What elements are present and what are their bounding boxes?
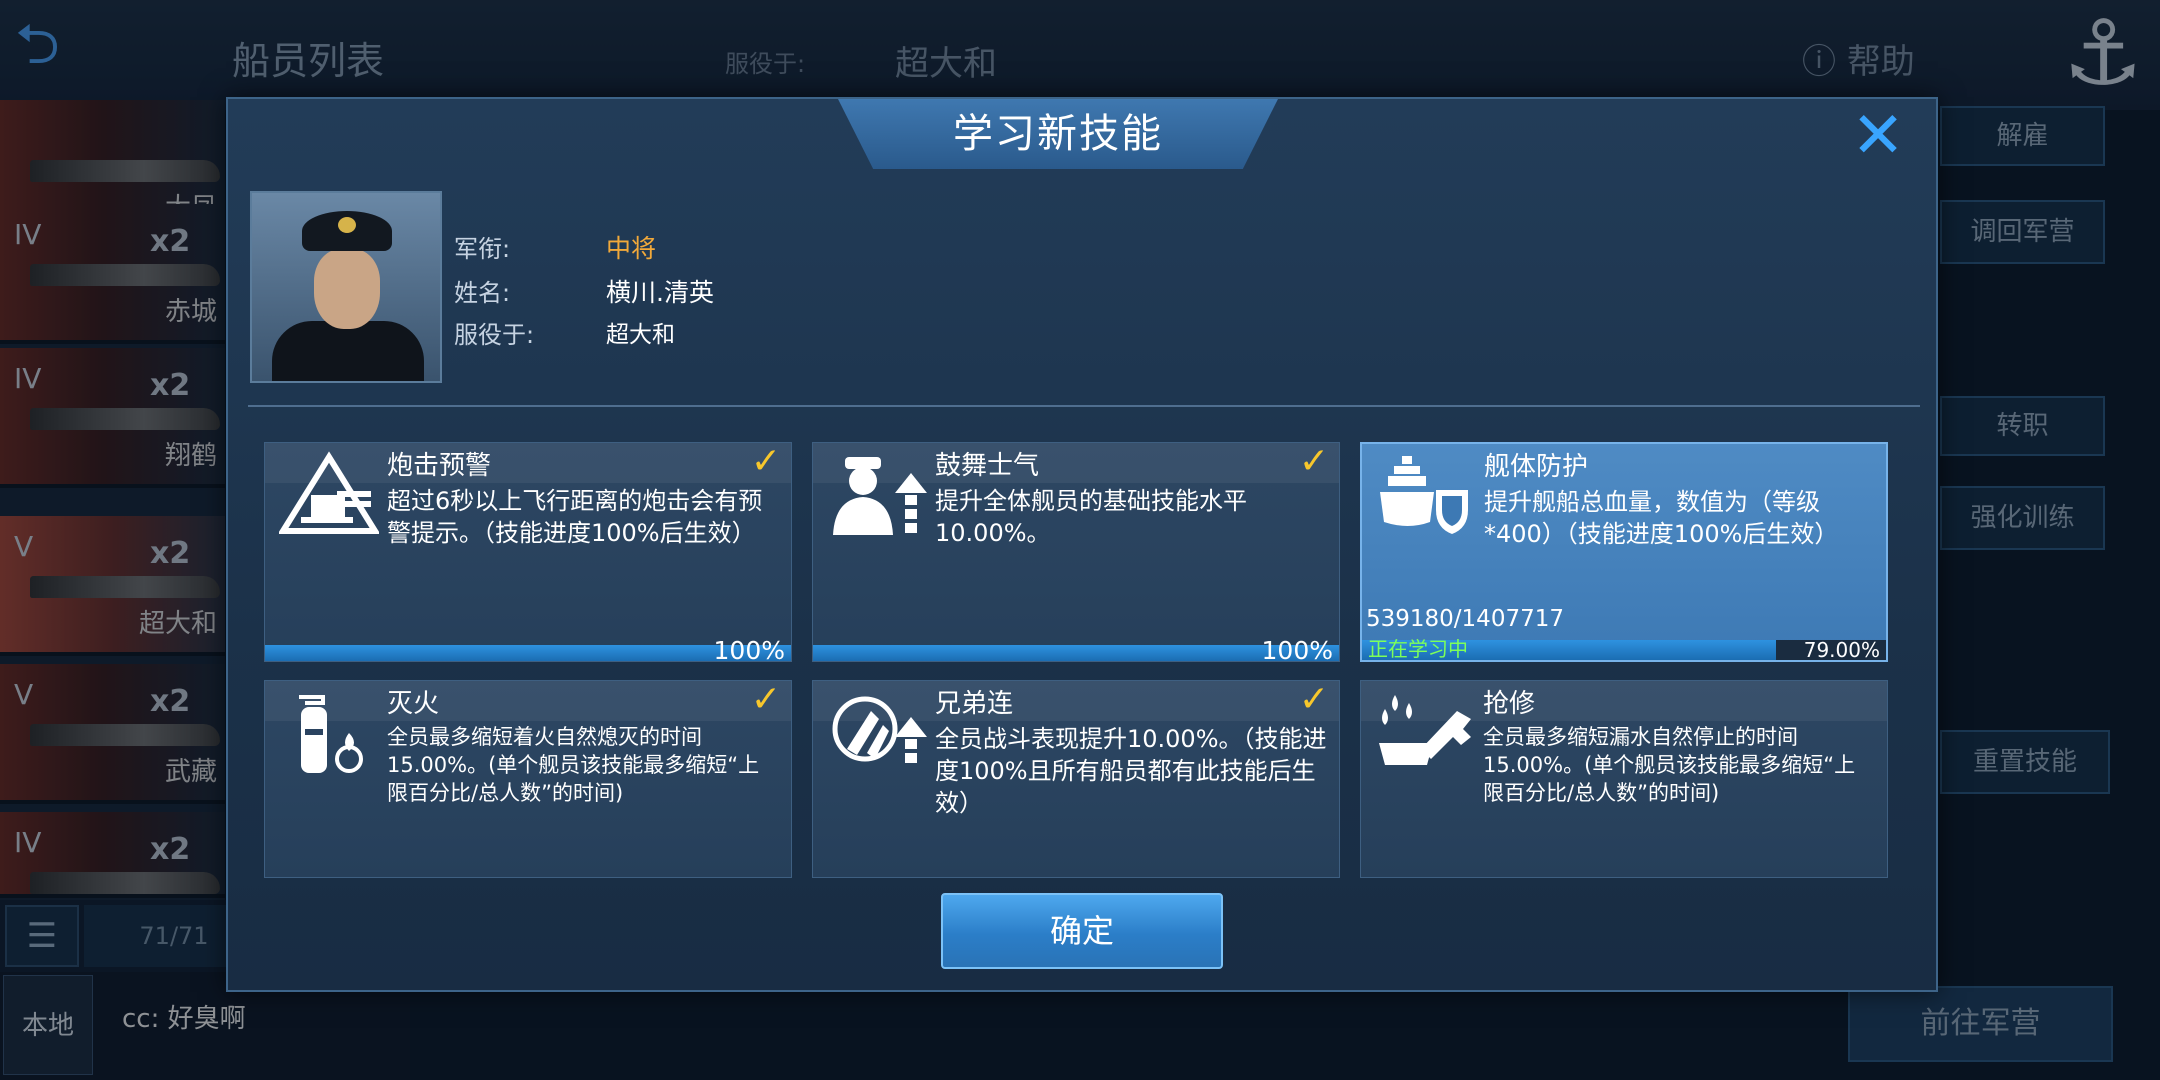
rank-label: 军衔: — [454, 235, 511, 263]
divider — [248, 405, 1920, 407]
skill-description: 提升舰船总血量，数值为（等级*400）（技能进度100%后生效） — [1484, 488, 1839, 548]
skill-description: 全员战斗表现提升10.00%。（技能进度100%且所有船员都有此技能后生效） — [935, 725, 1327, 817]
skill-card-morale-boost[interactable]: 鼓舞士气 ✓ 提升全体舰员的基础技能水平10.00%。 100% — [812, 441, 1340, 665]
skill-name: 兄弟连 — [935, 689, 1014, 719]
serve-label: 服役于: — [454, 321, 535, 349]
skill-card-artillery-warning[interactable]: 炮击预警 ✓ 超过6秒以上飞行距离的炮击会有预警提示。（技能进度100%后生效）… — [264, 441, 792, 665]
confirm-button[interactable]: 确定 — [941, 893, 1223, 969]
check-icon: ✓ — [1298, 679, 1329, 720]
skill-name: 灭火 — [387, 689, 440, 719]
portrait-uniform — [272, 321, 424, 381]
skill-progress-count: 539180/1407717 — [1366, 606, 1564, 632]
name-value: 横川.清英 — [606, 278, 714, 307]
skill-progress-fill — [265, 645, 791, 661]
skill-progress-bar — [265, 645, 791, 661]
skill-card-hull-protection[interactable]: 舰体防护 提升舰船总血量，数值为（等级*400）（技能进度100%后生效） 53… — [1360, 442, 1888, 662]
skill-description: 超过6秒以上飞行距离的炮击会有预警提示。（技能进度100%后生效） — [387, 487, 763, 547]
cap-badge-icon — [338, 217, 356, 233]
learn-skill-dialog: 学习新技能 ✕ 军衔: 中将 姓名: 横川.清英 服役于: 超大和 炮击预警 ✓… — [226, 97, 1938, 992]
rank-value: 中将 — [606, 234, 657, 263]
check-icon: ✓ — [750, 679, 781, 720]
skill-card-fire-extinguish[interactable]: 灭火 ✓ 全员最多缩短着火自然熄灭的时间15.00%。(单个舰员该技能最多缩短“… — [264, 679, 792, 878]
check-icon: ✓ — [750, 441, 781, 482]
skill-progress-text: 100% — [1261, 636, 1333, 665]
fire-extinguisher-icon — [299, 695, 363, 773]
skill-description: 提升全体舰员的基础技能水平10.00%。 — [935, 487, 1247, 547]
portrait-face — [314, 249, 380, 329]
skill-name: 抢修 — [1483, 689, 1536, 719]
artillery-warning-icon — [279, 451, 379, 534]
dialog-title: 学习新技能 — [953, 111, 1163, 157]
skill-progress-text: 79.00% — [1803, 638, 1880, 662]
skill-card-repair[interactable]: 抢修 全员最多缩短漏水自然停止的时间15.00%。(单个舰员该技能最多缩短“上限… — [1360, 680, 1888, 878]
skill-name: 鼓舞士气 — [935, 451, 1040, 481]
skill-description: 全员最多缩短漏水自然停止的时间15.00%。(单个舰员该技能最多缩短“上限百分比… — [1483, 725, 1856, 805]
skill-name: 舰体防护 — [1484, 452, 1589, 482]
skill-name: 炮击预警 — [387, 451, 492, 481]
morale-boost-icon — [833, 457, 927, 535]
serve-value: 超大和 — [606, 322, 675, 348]
brotherhood-icon — [832, 696, 927, 763]
check-icon: ✓ — [1298, 441, 1329, 482]
repair-icon — [1379, 695, 1471, 765]
skill-progress-fill — [813, 645, 1339, 661]
officer-portrait — [250, 191, 442, 383]
close-icon[interactable]: ✕ — [1848, 104, 1908, 168]
skill-progress-text: 100% — [713, 636, 785, 665]
skill-card-brotherhood[interactable]: 兄弟连 ✓ 全员战斗表现提升10.00%。（技能进度100%且所有船员都有此技能… — [812, 679, 1340, 878]
name-label: 姓名: — [454, 279, 511, 307]
skill-description: 全员最多缩短着火自然熄灭的时间15.00%。(单个舰员该技能最多缩短“上限百分比… — [387, 725, 760, 805]
skill-progress-bar — [813, 645, 1339, 661]
skill-learning-status: 正在学习中 — [1368, 637, 1468, 661]
hull-protection-icon — [1380, 456, 1468, 534]
